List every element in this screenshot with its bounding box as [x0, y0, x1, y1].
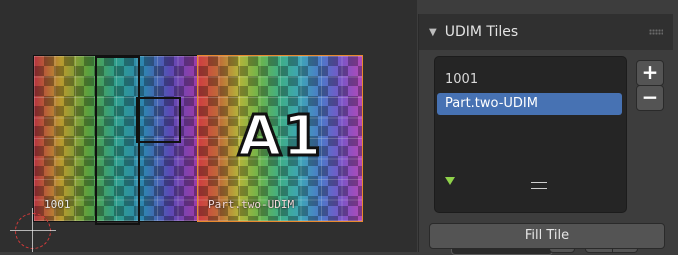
tile-big-text: A1 [236, 103, 323, 171]
udim-tiles-panel: ▼ UDIM Tiles 1001 Part.two-UDIM ⚲ Z ↑ + … [418, 14, 673, 255]
fill-tile-button[interactable]: Fill Tile [429, 223, 665, 249]
panel-title: UDIM Tiles [444, 24, 519, 40]
uv-island[interactable] [95, 56, 140, 225]
udim-tile-list[interactable]: 1001 Part.two-UDIM ⚲ Z ↑ [434, 56, 638, 255]
fill-tile-label: Fill Tile [524, 228, 570, 243]
tile-label: 1001 [44, 198, 71, 211]
drag-grip-icon[interactable] [649, 29, 663, 35]
remove-tile-button[interactable]: − [636, 85, 664, 111]
udim-tile-1001: 1001 [33, 55, 198, 225]
list-resize-grip[interactable] [531, 182, 547, 189]
panel-header[interactable]: ▼ UDIM Tiles [419, 14, 673, 50]
uv-editor-viewport[interactable]: 1001 A1 Part.two-UDIM [0, 0, 417, 252]
uv-island[interactable] [136, 97, 181, 143]
tile-label: Part.two-UDIM [208, 198, 295, 211]
udim-tile-1002: A1 Part.two-UDIM [197, 55, 363, 222]
remove-label: − [641, 85, 659, 109]
disclosure-triangle-icon[interactable]: ▼ [429, 27, 437, 38]
3d-cursor-icon[interactable] [10, 208, 56, 252]
list-filter-toggle-icon[interactable] [445, 177, 455, 185]
list-item[interactable]: 1001 [437, 69, 622, 91]
list-item-active[interactable]: Part.two-UDIM [437, 93, 622, 115]
add-tile-button[interactable]: + [636, 60, 664, 86]
add-label: + [641, 60, 659, 84]
